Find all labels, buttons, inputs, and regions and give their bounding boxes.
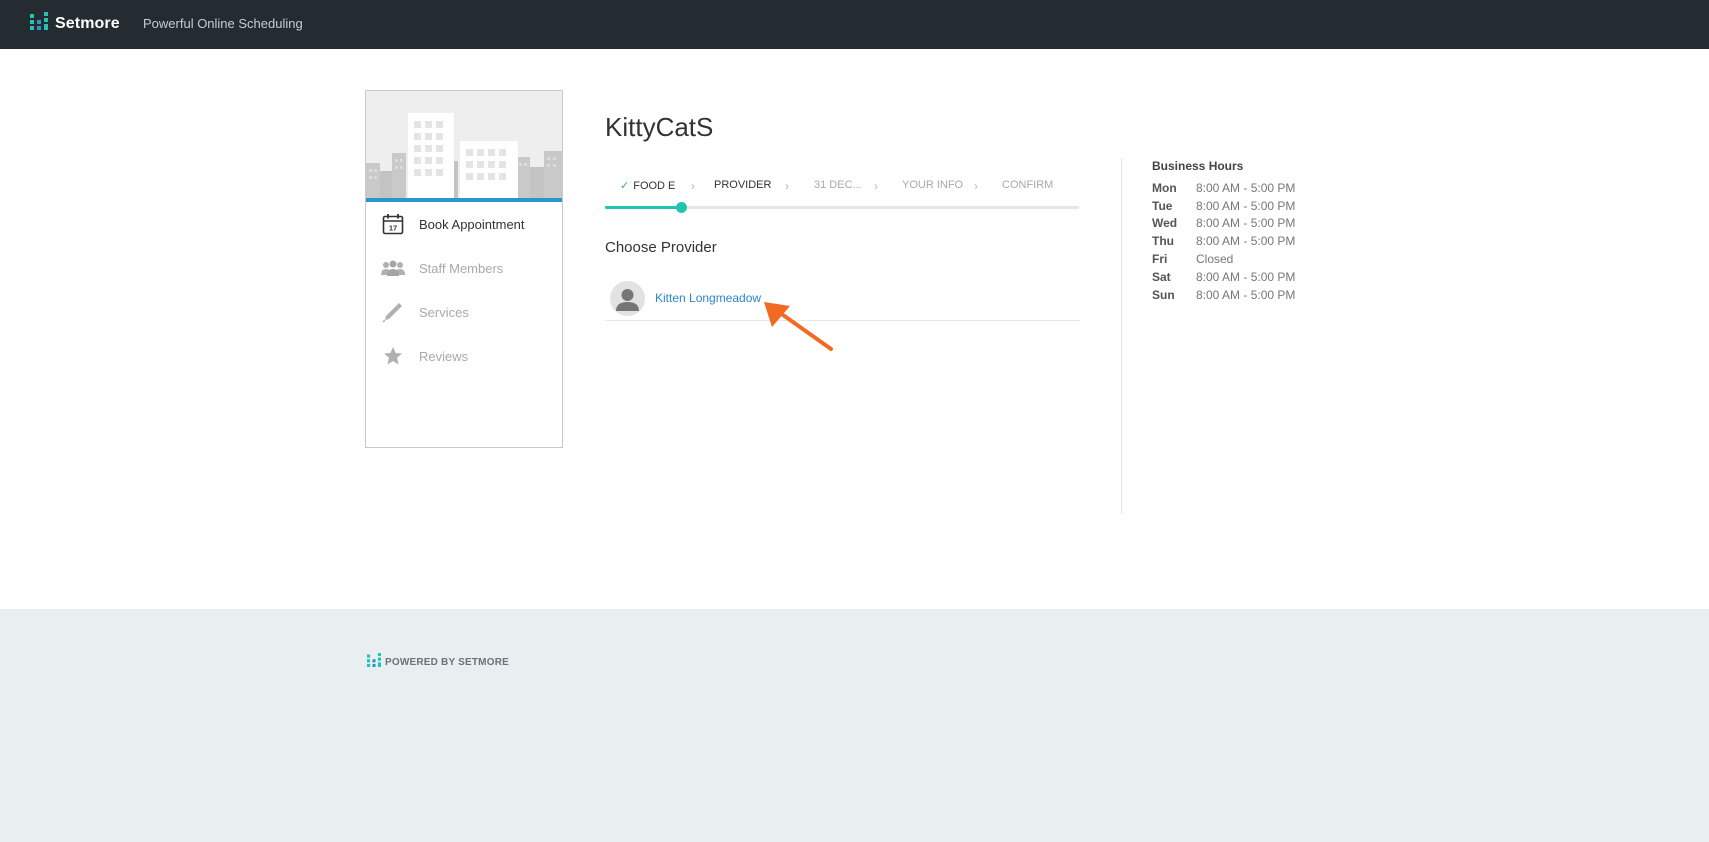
hours-row: Thu 8:00 AM - 5:00 PM (1152, 232, 1352, 250)
staff-group-icon (381, 256, 405, 280)
powered-by-text: POWERED BY SETMORE (385, 657, 509, 668)
step-confirm[interactable]: CONFIRM (1002, 179, 1053, 191)
sidebar-item-label: Services (419, 304, 469, 320)
hours-row: Sat 8:00 AM - 5:00 PM (1152, 268, 1352, 286)
powered-by-link[interactable]: POWERED BY SETMORE (367, 653, 509, 672)
chevron-right-icon: › (974, 179, 978, 193)
hours-time: 8:00 AM - 5:00 PM (1196, 198, 1296, 213)
chevron-right-icon: › (785, 179, 789, 193)
hours-day: Mon (1152, 180, 1177, 195)
booking-main: KittyCatS ✓ FOOD E › PROVIDER › 31 DEC...… (605, 112, 1080, 321)
business-name: KittyCatS (605, 112, 714, 142)
sidebar-item-label: Book Appointment (419, 216, 525, 232)
calendar-day-number: 17 (389, 224, 397, 233)
hours-time: 8:00 AM - 5:00 PM (1196, 216, 1296, 231)
top-bar: Setmore Powerful Online Scheduling (0, 0, 1709, 49)
hours-day: Wed (1152, 216, 1178, 231)
provider-option[interactable]: Kitten Longmeadow (605, 276, 1080, 321)
user-avatar-icon (610, 280, 645, 316)
provider-name[interactable]: Kitten Longmeadow (655, 291, 761, 305)
business-hours-title: Business Hours (1152, 159, 1244, 173)
tagline: Powerful Online Scheduling (143, 16, 303, 31)
step-service[interactable]: ✓ FOOD E (620, 179, 675, 192)
hours-day: Fri (1152, 252, 1168, 267)
section-title: Choose Provider (605, 239, 717, 256)
progress-track (605, 202, 1079, 213)
hours-row: Mon 8:00 AM - 5:00 PM (1152, 179, 1352, 197)
hours-time: 8:00 AM - 5:00 PM (1196, 269, 1296, 284)
hours-row: Wed 8:00 AM - 5:00 PM (1152, 215, 1352, 233)
sidebar-item-reviews[interactable]: Reviews (366, 334, 562, 378)
hours-row: Tue 8:00 AM - 5:00 PM (1152, 197, 1352, 215)
hours-time: Closed (1196, 252, 1234, 267)
hours-day: Thu (1152, 234, 1174, 249)
hours-day: Sun (1152, 287, 1175, 302)
sidebar-item-staff-members[interactable]: Staff Members (366, 246, 562, 290)
star-icon (381, 344, 405, 368)
sidebar-item-label: Staff Members (419, 260, 504, 276)
sidebar: 17 Book Appointment Staff Members Servic… (365, 90, 563, 448)
setmore-logo-icon (367, 653, 381, 672)
check-icon: ✓ (620, 180, 630, 192)
progress-indicator (676, 202, 687, 213)
hours-row: Sun 8:00 AM - 5:00 PM (1152, 286, 1352, 304)
sidebar-item-services[interactable]: Services (366, 290, 562, 334)
chevron-right-icon: › (874, 179, 878, 193)
sidebar-item-book-appointment[interactable]: 17 Book Appointment (366, 202, 562, 246)
booking-steps: ✓ FOOD E › PROVIDER › 31 DEC... › YOUR IN… (605, 179, 1080, 193)
hours-time: 8:00 AM - 5:00 PM (1196, 287, 1296, 302)
setmore-logo-icon (30, 12, 48, 35)
sidebar-item-label: Reviews (419, 348, 469, 364)
hours-row: Fri Closed (1152, 250, 1352, 268)
city-banner-illustration (366, 91, 562, 202)
hours-day: Tue (1152, 198, 1173, 213)
hours-time: 8:00 AM - 5:00 PM (1196, 234, 1296, 249)
pen-icon (381, 300, 405, 324)
brand[interactable]: Setmore (30, 12, 120, 35)
business-hours: Business Hours Mon 8:00 AM - 5:00 PM Tue 8… (1152, 159, 1352, 304)
hours-day: Sat (1152, 269, 1171, 284)
brand-name: Setmore (55, 14, 120, 32)
calendar-icon: 17 (381, 212, 405, 236)
annotation-arrow-icon (762, 300, 834, 357)
hours-time: 8:00 AM - 5:00 PM (1196, 180, 1296, 195)
step-date[interactable]: 31 DEC... (814, 179, 862, 191)
chevron-right-icon: › (691, 179, 695, 193)
progress-fill (605, 206, 681, 209)
step-your-info[interactable]: YOUR INFO (902, 179, 963, 191)
step-provider[interactable]: PROVIDER (714, 179, 771, 191)
vertical-divider (1121, 158, 1122, 514)
footer: POWERED BY SETMORE (0, 609, 1709, 842)
